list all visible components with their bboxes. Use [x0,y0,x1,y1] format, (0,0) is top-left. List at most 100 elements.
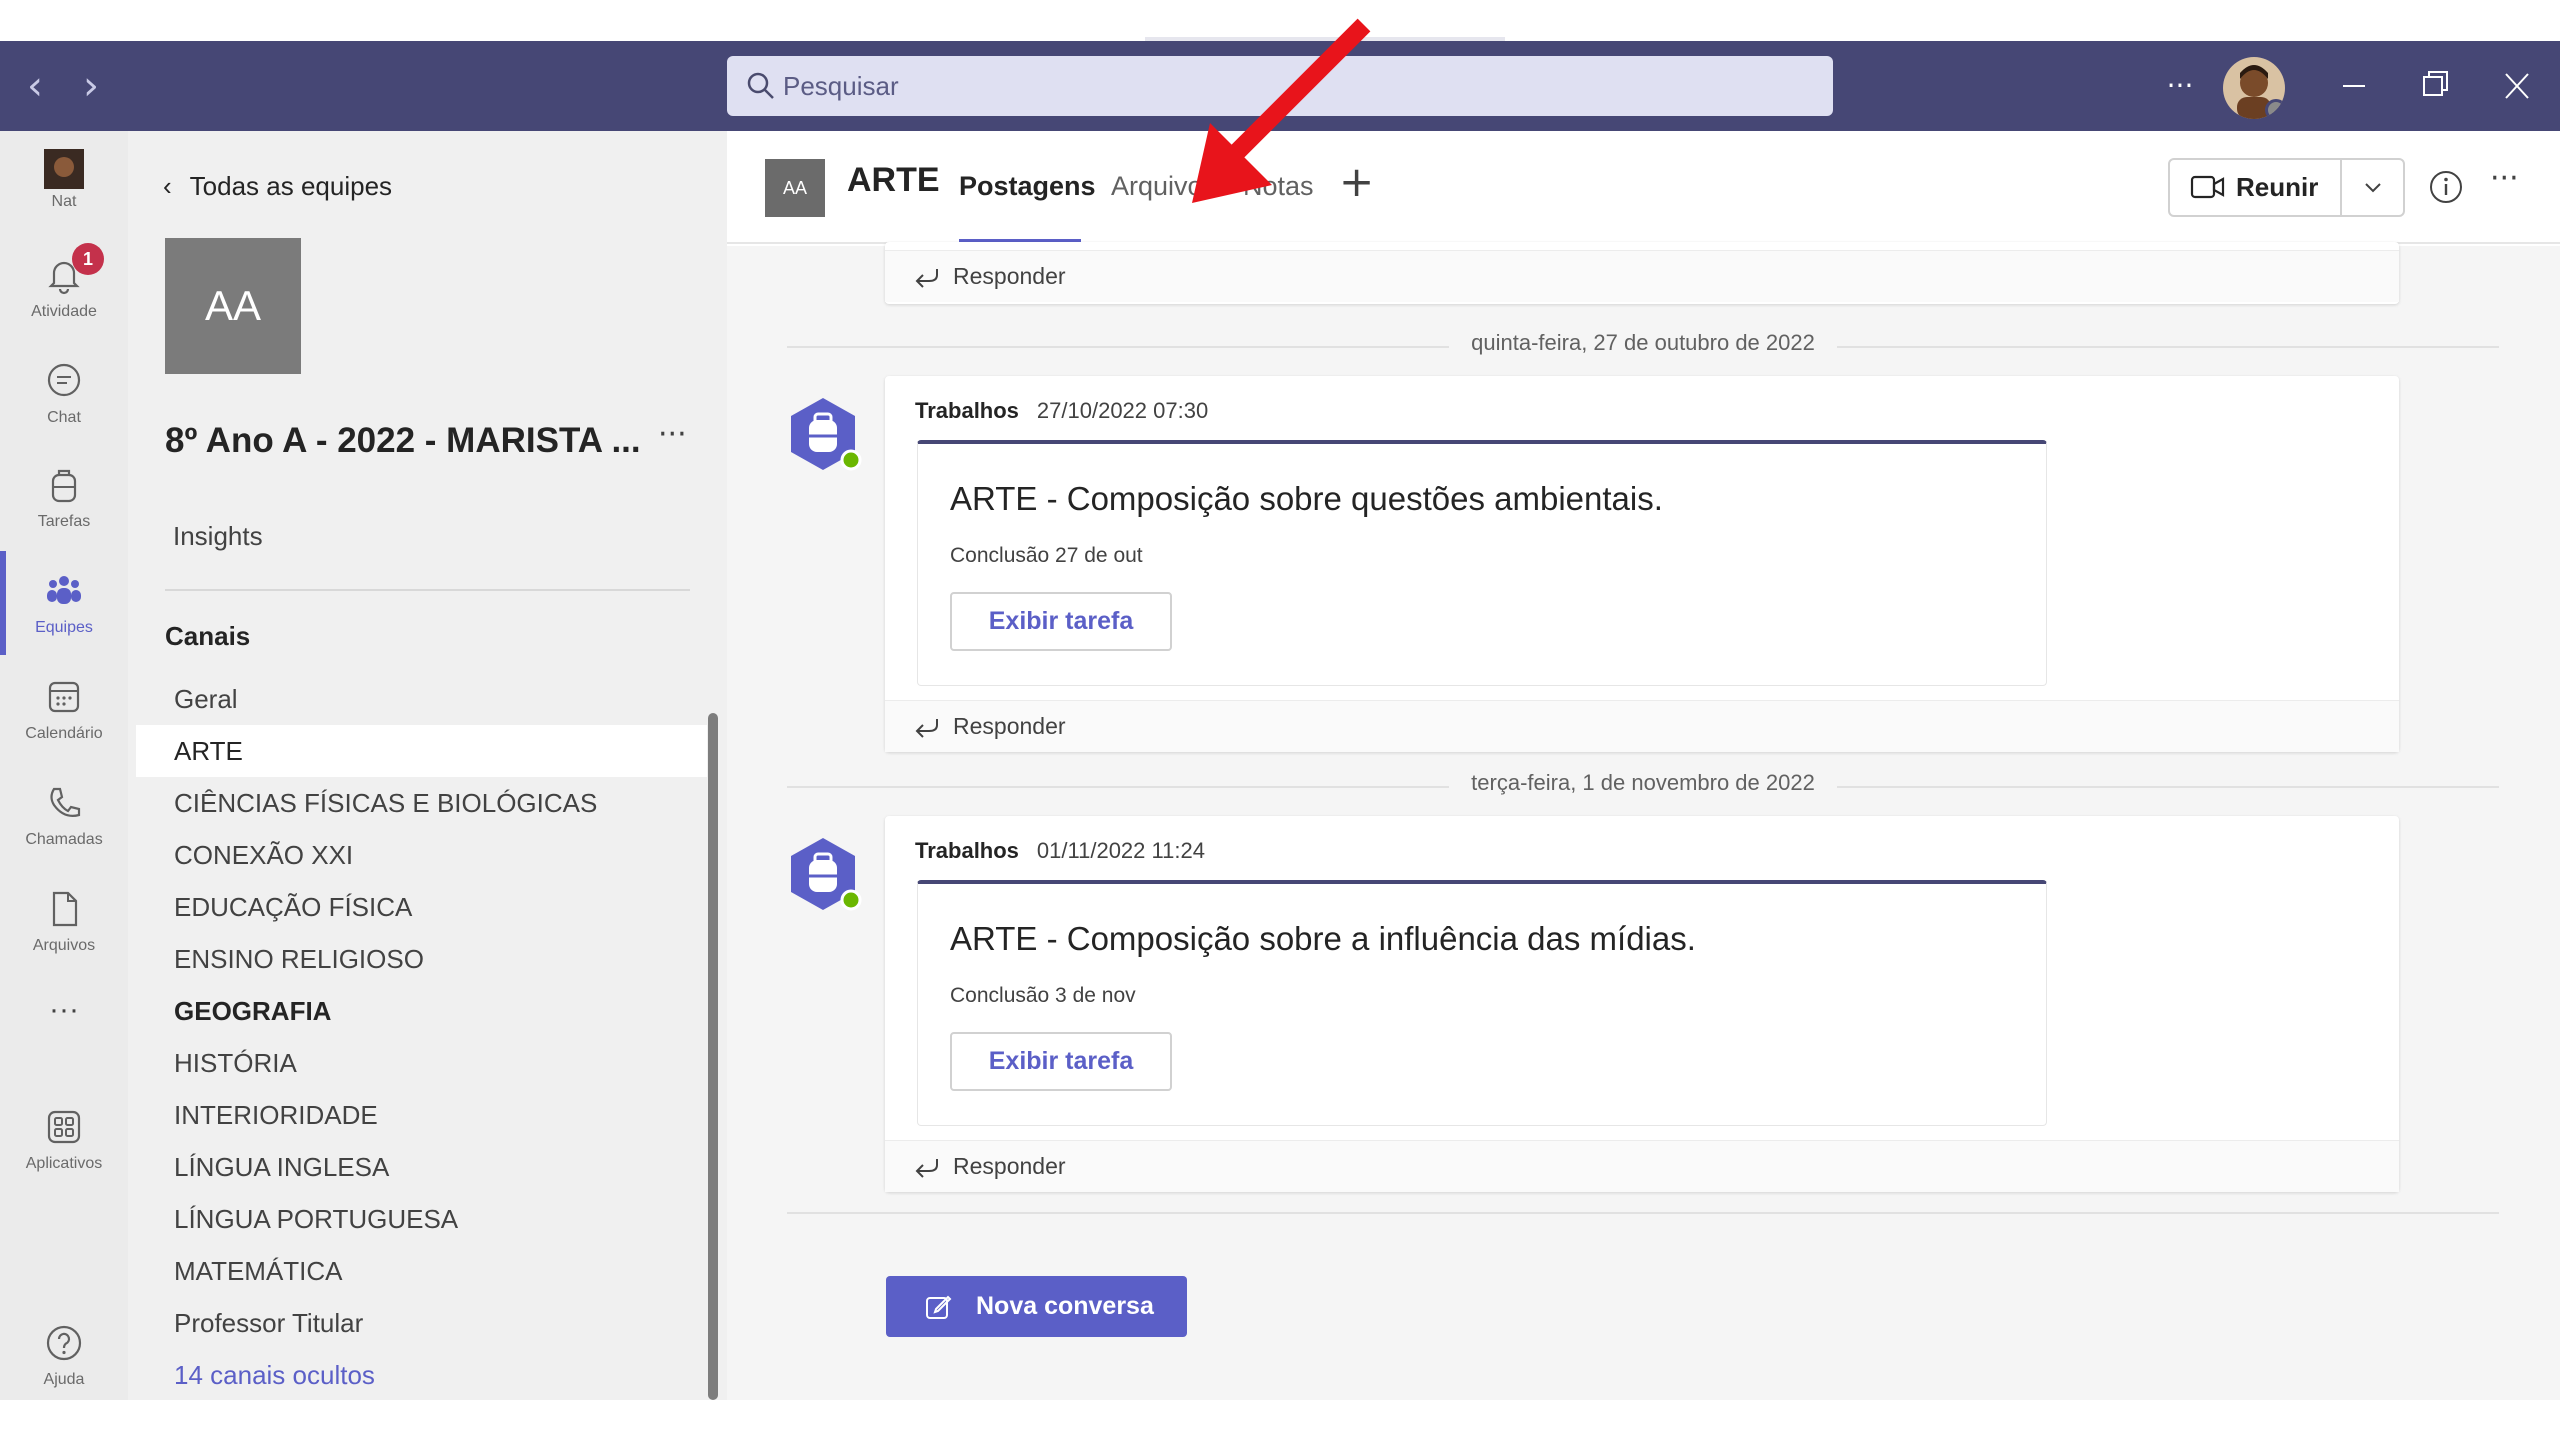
date-separator: quinta-feira, 27 de outubro de 2022 [787,330,2499,355]
meet-button[interactable]: Reunir [2170,160,2340,215]
post-timestamp: 01/11/2022 11:24 [1036,838,1205,863]
view-assignment-button[interactable]: Exibir tarefa [950,1032,1172,1091]
post-card: Trabalhos 27/10/2022 07:30 ARTE - Composi… [885,376,2399,752]
channel-header: AA ARTE Postagens Arquivos Notas + Reuni… [727,131,2560,244]
channel-item-conexao[interactable]: CONEXÃO XXI [136,829,707,881]
back-nav-icon[interactable]: ‹ [8,59,62,113]
rail-label: Arquivos [32,937,96,954]
date-label: quinta-feira, 27 de outubro de 2022 [1449,330,1837,355]
bottom-strip [0,1400,2560,1440]
more-options-icon[interactable]: ··· [2160,59,2200,113]
rail-item-calendar[interactable]: Calendário [0,665,128,765]
assignment-title: ARTE - Composição sobre a influência das… [950,920,1696,957]
reply-button[interactable]: Responder [885,1140,2399,1192]
date-separator: terça-feira, 1 de novembro de 2022 [787,770,2499,795]
presence-status-icon [2265,99,2285,119]
rail-item-profile[interactable]: Nat [0,149,128,249]
assignment-card: ARTE - Composição sobre a influência das… [917,880,2047,1126]
assignments-bot-icon [791,838,862,911]
assignment-title: ARTE - Composição sobre questões ambient… [950,480,1663,517]
divider [165,589,690,591]
post-author: Trabalhos [915,398,1019,423]
channel-item-ciencias[interactable]: CIÊNCIAS FÍSICAS E BIOLÓGICAS [136,777,707,829]
rail-item-calls[interactable]: Chamadas [0,771,128,871]
back-to-teams-link[interactable]: ‹ Todas as equipes [163,171,392,202]
restore-icon[interactable] [2408,59,2462,113]
view-assignment-button[interactable]: Exibir tarefa [950,592,1172,651]
assignment-due: Conclusão 3 de nov [950,984,1136,1007]
channel-item-geografia[interactable]: GEOGRAFIA [136,985,707,1037]
channel-item-lingua-portuguesa[interactable]: LÍNGUA PORTUGUESA [136,1193,707,1245]
new-conversation-button[interactable]: Nova conversa [886,1276,1187,1337]
hidden-channels-link[interactable]: 14 canais ocultos [136,1349,707,1401]
rail-label: Nat [51,193,77,210]
rail-item-activity[interactable]: Atividade [0,243,128,343]
post-meta: Trabalhos 01/11/2022 11:24 [915,838,1205,864]
post-card: Trabalhos 01/11/2022 11:24 ARTE - Composi… [885,816,2399,1192]
rail-item-apps[interactable]: Aplicativos [0,1095,128,1195]
close-icon[interactable] [2490,59,2544,113]
channel-item-lingua-inglesa[interactable]: LÍNGUA INGLESA [136,1141,707,1193]
help-icon [46,1325,82,1361]
assignment-card: ARTE - Composição sobre questões ambient… [917,440,2047,686]
feed-end-divider [787,1212,2499,1214]
rail-label: Calendário [25,725,103,742]
profile-thumb-icon [44,149,84,189]
reply-icon [915,719,938,738]
chevron-left-icon: ‹ [163,171,172,201]
channel-item-historia[interactable]: HISTÓRIA [136,1037,707,1089]
rail-item-more[interactable]: ··· [0,993,128,1043]
header-more-icon[interactable]: ··· [2490,161,2519,196]
backpack-icon [51,469,77,503]
reply-button[interactable]: Responder [885,700,2399,752]
previous-post-card: Responder [885,242,2399,304]
teams-icon [47,576,81,604]
team-more-icon[interactable]: ··· [658,417,687,452]
back-label: Todas as equipes [189,171,393,201]
tab-postagens[interactable]: Postagens [959,171,1096,202]
rail-label: Tarefas [37,513,91,530]
reply-icon [915,1159,938,1178]
chat-icon [47,363,81,397]
rail-label: Aplicativos [25,1155,103,1172]
minimize-icon[interactable] [2327,59,2381,113]
channel-item-interioridade[interactable]: INTERIORIDADE [136,1089,707,1141]
activity-badge: 1 [72,243,104,275]
rail-label: Chat [47,409,81,426]
channel-item-geral[interactable]: Geral [136,673,707,725]
search-icon [747,72,774,99]
insights-link[interactable]: Insights [173,521,263,552]
channel-item-educacao-fisica[interactable]: EDUCAÇÃO FÍSICA [136,881,707,933]
meet-split-button: Reunir [2168,158,2405,217]
apps-icon [47,1110,81,1144]
phone-icon [50,787,81,817]
reply-label: Responder [953,263,1066,289]
more-apps-icon: ··· [49,993,79,1026]
channel-item-professor-titular[interactable]: Professor Titular [136,1297,707,1349]
meet-dropdown-chevron-down-icon[interactable] [2342,160,2403,215]
channel-item-ensino-religioso[interactable]: ENSINO RELIGIOSO [136,933,707,985]
reply-label: Responder [953,1153,1066,1179]
rail-item-teams[interactable]: Equipes [0,559,128,659]
rail-item-files[interactable]: Arquivos [0,877,128,977]
rail-item-chat[interactable]: Chat [0,349,128,449]
channel-item-matematica[interactable]: MATEMÁTICA [136,1245,707,1297]
info-icon[interactable] [2428,169,2464,205]
reply-button[interactable]: Responder [885,250,2399,302]
profile-avatar[interactable] [2223,57,2285,119]
reply-label: Responder [953,713,1066,739]
rail-item-help[interactable]: Ajuda [0,1311,128,1411]
channel-item-arte[interactable]: ARTE [136,725,707,777]
rail-item-tasks[interactable]: Tarefas [0,453,128,553]
rail-label: Equipes [35,619,93,636]
meet-label: Reunir [2236,172,2319,202]
video-camera-icon [2190,175,2225,199]
assignments-bot-icon [791,398,862,471]
post-meta: Trabalhos 27/10/2022 07:30 [915,398,1208,424]
post-timestamp: 27/10/2022 07:30 [1036,398,1209,423]
pane-scrollbar[interactable] [708,713,718,1400]
file-icon [52,891,78,927]
forward-nav-icon[interactable]: › [64,59,118,113]
team-name: 8º Ano A - 2022 - MARISTA ... [165,421,641,460]
calendar-icon [48,681,80,713]
